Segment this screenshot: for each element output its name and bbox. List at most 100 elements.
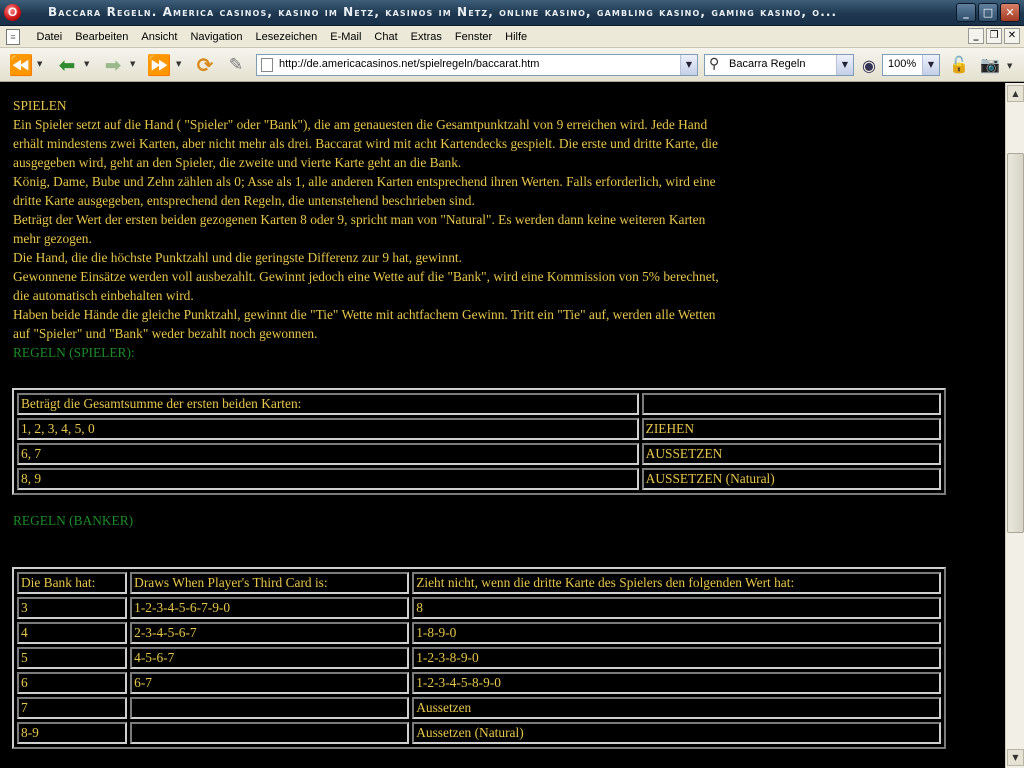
forward-dropdown-icon[interactable]: ▼ (130, 60, 135, 68)
paragraph: Haben beide Hände die gleiche Punktzahl,… (13, 307, 716, 341)
tab-minimize-button[interactable]: _ (968, 28, 984, 44)
table-cell: 8-9 (17, 722, 128, 744)
pencil-icon: ✎ (228, 55, 244, 75)
table-cell: 6-7 (130, 672, 410, 694)
table-cell: 1-8-9-0 (412, 622, 941, 644)
table-cell: 6 (17, 672, 128, 694)
table-cell (130, 697, 410, 719)
search-field[interactable]: ⚲ Bacarra Regeln ▼ (704, 54, 854, 76)
paragraph: Die Hand, die die höchste Punktzahl und … (13, 250, 462, 265)
menu-item[interactable]: Datei (30, 26, 69, 48)
back-dropdown-icon[interactable]: ▼ (84, 60, 89, 68)
maximize-window-button[interactable]: □ (978, 3, 998, 22)
table-cell (641, 393, 941, 415)
edit-button[interactable]: ✎ (224, 52, 248, 78)
address-url[interactable]: http://de.americacasinos.net/spielregeln… (279, 58, 539, 70)
table-cell: 4 (17, 622, 128, 644)
table-cell: ZIEHEN (641, 418, 941, 440)
table-cell: Beträgt die Gesamtsumme der ersten beide… (17, 393, 639, 415)
table-cell (130, 722, 410, 744)
table-cell: 5 (17, 647, 128, 669)
camera-dropdown-icon[interactable]: ▼ (1007, 62, 1012, 70)
menu-bar: ≡ Datei Bearbeiten Ansicht Navigation Leseze… (0, 26, 1024, 48)
table-cell: 3 (17, 597, 128, 619)
scroll-up-arrow-icon[interactable]: ▲ (1007, 85, 1024, 102)
address-bar[interactable]: http://de.americacasinos.net/spielregeln… (256, 54, 698, 76)
scrollbar-thumb[interactable] (1007, 153, 1024, 533)
table-cell: 8, 9 (17, 468, 639, 490)
menu-item[interactable]: Hilfe (499, 26, 534, 48)
table-cell: AUSSETZEN (641, 443, 941, 465)
table-row: 7 Aussetzen (17, 697, 941, 719)
zoom-dropdown-button[interactable]: ▼ (922, 55, 939, 75)
window-controls: _ □ ✕ (956, 3, 1020, 22)
page-menu-icon[interactable]: ≡ (6, 29, 20, 45)
reload-button[interactable]: ⟳ (192, 52, 218, 78)
back-button[interactable]: ⬅ (54, 52, 80, 78)
table-row: 4 2-3-4-5-6-7 1-8-9-0 (17, 622, 941, 644)
table-cell: 4-5-6-7 (130, 647, 410, 669)
fast-forward-icon: ⏩ (146, 53, 172, 77)
rewind-dropdown-icon[interactable]: ▼ (37, 60, 42, 68)
rewind-button[interactable]: ⏪ (8, 52, 34, 78)
reload-icon: ⟳ (196, 53, 214, 77)
zoom-select[interactable]: 100% ▼ (882, 54, 940, 76)
page-icon (261, 58, 273, 72)
menu-item[interactable]: Bearbeiten (69, 26, 135, 48)
table-header-row: Beträgt die Gesamtsumme der ersten beide… (17, 393, 941, 415)
scroll-down-arrow-icon[interactable]: ▼ (1007, 749, 1024, 766)
window-title: Baccara Regeln. America casinos, kasino … (48, 5, 838, 19)
lock-icon: 🔓 (949, 55, 969, 74)
zoom-value: 100% (888, 58, 917, 70)
tab-restore-button[interactable]: ❐ (986, 28, 1002, 44)
table-cell: 6, 7 (17, 443, 639, 465)
page-content: SPIELEN Ein Spieler setzt auf die Hand (… (0, 83, 1005, 768)
camera-button[interactable]: 📷 (978, 52, 1002, 78)
forward-arrow-icon: ➡ (104, 53, 122, 77)
tab-window-controls: _ ❐ ✕ (968, 28, 1020, 44)
menu-item[interactable]: Fenster (448, 26, 498, 48)
section-heading: SPIELEN (13, 98, 67, 113)
table-cell: 1-2-3-4-5-8-9-0 (412, 672, 941, 694)
menu-item[interactable]: Ansicht (135, 26, 184, 48)
table-row: 6, 7 AUSSETZEN (17, 443, 941, 465)
back-arrow-icon: ⬅ (58, 53, 76, 77)
forward-button[interactable]: ➡ (100, 52, 126, 78)
search-engine-dropdown[interactable]: ▼ (836, 55, 853, 75)
paragraph: Gewonnene Einsätze werden voll ausbezahl… (13, 269, 719, 303)
paragraph: König, Dame, Bube und Zehn zählen als 0;… (13, 174, 716, 208)
opera-logo-icon[interactable]: O (4, 4, 21, 21)
table-cell: Zieht nicht, wenn die dritte Karte des S… (412, 572, 941, 594)
table-cell: Draws When Player's Third Card is: (130, 572, 410, 594)
table-cell: 7 (17, 697, 128, 719)
table-cell: 1-2-3-4-5-6-7-9-0 (130, 597, 410, 619)
table-cell: 1, 2, 3, 4, 5, 0 (17, 418, 639, 440)
window-title-bar: O Baccara Regeln. America casinos, kasin… (0, 0, 1024, 26)
table-cell: 8 (412, 597, 941, 619)
menu-item[interactable]: Chat (368, 26, 404, 48)
paragraph: Beträgt der Wert der ersten beiden gezog… (13, 212, 706, 246)
table-row: 5 4-5-6-7 1-2-3-8-9-0 (17, 647, 941, 669)
menu-item[interactable]: Lesezeichen (249, 26, 324, 48)
fast-forward-button[interactable]: ⏩ (146, 52, 172, 78)
minimize-window-button[interactable]: _ (956, 3, 976, 22)
eye-icon[interactable]: ◉ (862, 56, 876, 75)
search-icon: ⚲ (709, 56, 720, 72)
table-row: 8-9 Aussetzen (Natural) (17, 722, 941, 744)
search-input[interactable]: Bacarra Regeln (729, 58, 805, 70)
vertical-scrollbar[interactable]: ▲ ▼ (1005, 83, 1024, 768)
menu-item[interactable]: Navigation (184, 26, 249, 48)
menu-item[interactable]: Extras (404, 26, 448, 48)
fast-forward-dropdown-icon[interactable]: ▼ (176, 60, 181, 68)
close-window-button[interactable]: ✕ (1000, 3, 1020, 22)
banker-rules-title: REGELN (BANKER) (13, 513, 134, 528)
menu-item[interactable]: E-Mail (324, 26, 368, 48)
address-dropdown-button[interactable]: ▼ (680, 55, 697, 75)
menu-items: Datei Bearbeiten Ansicht Navigation Lesezeic… (30, 26, 534, 48)
paragraph: Ein Spieler setzt auf die Hand ( "Spiele… (13, 117, 718, 170)
tab-close-button[interactable]: ✕ (1004, 28, 1020, 44)
lock-button[interactable]: 🔓 (948, 52, 970, 78)
table-row: 6 6-7 1-2-3-4-5-8-9-0 (17, 672, 941, 694)
player-rules-table: Beträgt die Gesamtsumme der ersten beide… (12, 388, 946, 495)
rewind-icon: ⏪ (8, 53, 34, 77)
